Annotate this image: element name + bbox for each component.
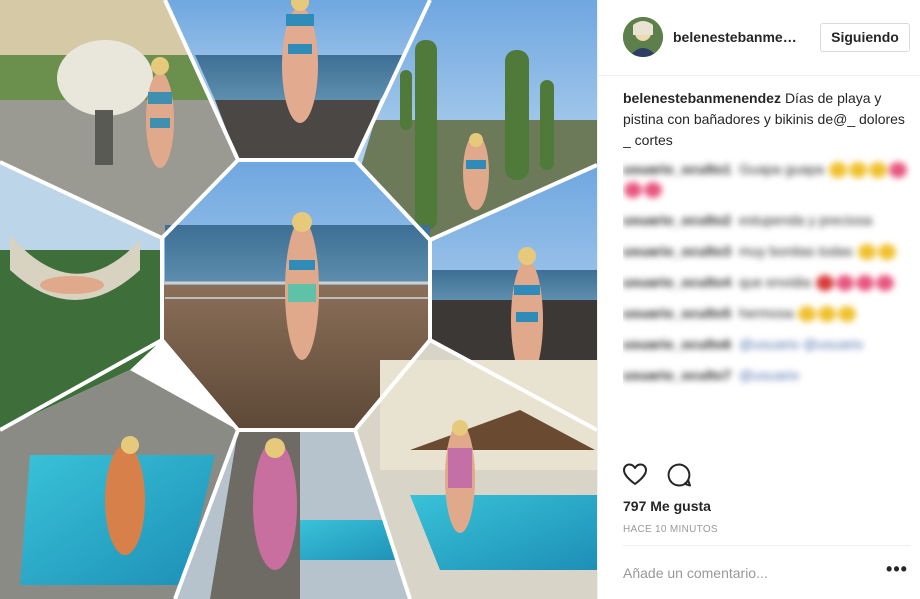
emoji-icon xyxy=(875,275,894,292)
emoji-icon xyxy=(877,244,896,261)
post-caption: belenestebanmenendez Días de playa y pist… xyxy=(623,88,913,151)
list-item: usuario_oculto1 Guapa guapa xyxy=(623,159,913,199)
emoji-icon xyxy=(818,306,837,323)
comment-username[interactable]: usuario_oculto7 xyxy=(623,367,731,383)
emoji-icon xyxy=(624,182,642,199)
post-username[interactable]: belenestebanme… xyxy=(673,29,797,45)
add-comment-bar: ••• xyxy=(623,545,911,599)
post-actions xyxy=(622,462,706,492)
list-item: usuario_oculto6 @usuario @usuario xyxy=(623,334,913,354)
caption-username[interactable]: belenestebanmenendez xyxy=(623,90,781,106)
emoji-icon xyxy=(855,275,874,292)
avatar[interactable] xyxy=(623,17,663,57)
comment-input[interactable] xyxy=(623,562,863,584)
emoji-icon xyxy=(798,306,817,323)
comment-username[interactable]: usuario_oculto3 xyxy=(623,243,731,259)
post-details-panel: belenestebanme… Siguiendo belenestebanme… xyxy=(597,0,920,599)
following-button[interactable]: Siguiendo xyxy=(820,23,910,52)
emoji-icon xyxy=(828,162,847,179)
heart-outline-icon[interactable] xyxy=(622,462,648,488)
list-item: usuario_oculto7 @usuario xyxy=(623,365,913,385)
list-item: usuario_oculto2 estupenda y preciosa xyxy=(623,210,913,230)
comment-username[interactable]: usuario_oculto2 xyxy=(623,212,731,228)
comments-section: belenestebanmenendez Días de playa y pist… xyxy=(623,88,913,458)
list-item: usuario_oculto3 muy bonitas todas xyxy=(623,241,913,261)
ellipsis-icon[interactable]: ••• xyxy=(883,560,911,584)
post-photo[interactable] xyxy=(0,0,597,599)
comment-username[interactable]: usuario_oculto6 xyxy=(623,336,731,352)
comment-text[interactable]: @usuario @usuario xyxy=(739,336,863,352)
comment-text: muy bonitas todas xyxy=(739,243,853,259)
emoji-icon xyxy=(848,162,867,179)
emoji-icon xyxy=(815,275,834,292)
comment-text: hermosa xyxy=(739,305,794,321)
post-header: belenestebanme… Siguiendo xyxy=(598,0,920,76)
comment-username[interactable]: usuario_oculto1 xyxy=(623,161,731,177)
comment-username[interactable]: usuario_oculto5 xyxy=(623,305,731,321)
comment-text[interactable]: @usuario xyxy=(739,367,799,383)
emoji-icon xyxy=(888,162,907,179)
emoji-icon xyxy=(835,275,854,292)
emoji-icon xyxy=(644,182,662,199)
post-timestamp[interactable]: HACE 10 MINUTOS xyxy=(623,524,718,535)
emoji-icon xyxy=(857,244,876,261)
collage-image xyxy=(0,0,597,599)
comment-text: estupenda y preciosa xyxy=(739,212,873,228)
comment-text: que envidia xyxy=(739,274,811,290)
like-count[interactable]: 797 Me gusta xyxy=(623,498,711,514)
comment-text: Guapa guapa xyxy=(739,161,824,177)
emoji-icon xyxy=(868,162,887,179)
speech-bubble-icon[interactable] xyxy=(666,462,692,488)
emoji-icon xyxy=(838,306,857,323)
list-item: usuario_oculto5 hermosa xyxy=(623,303,913,323)
blurred-comments: usuario_oculto1 Guapa guapa usuario_ocul… xyxy=(623,159,913,385)
comment-username[interactable]: usuario_oculto4 xyxy=(623,274,731,290)
list-item: usuario_oculto4 que envidia xyxy=(623,272,913,292)
